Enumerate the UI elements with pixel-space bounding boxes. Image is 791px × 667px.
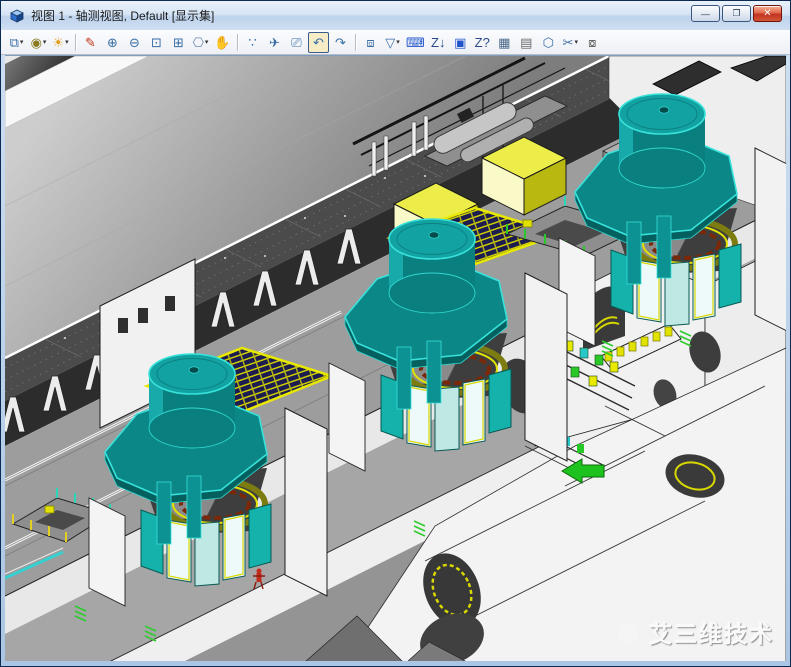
section-cut-icon: ✂ — [563, 36, 574, 49]
perspective-views-icon: ⧈ — [366, 36, 374, 49]
snapshot-icon: ▤ — [520, 36, 532, 49]
undo-view-icon: ↶ — [313, 36, 324, 49]
close-button[interactable]: ✕ — [753, 5, 782, 22]
zoom-in-icon: ⊕ — [107, 36, 118, 49]
toolbar-separator — [75, 34, 76, 51]
app-window: 视图 1 - 轴测视图, Default [显示集] —❐✕ ⧉▾◉▾☀▾✎⊕⊖… — [0, 0, 791, 667]
view-frustum-button[interactable]: ▽▾ — [382, 32, 403, 53]
lighting-dropdown-arrow[interactable]: ▾ — [65, 39, 69, 46]
fly-mode-icon: ✈ — [269, 36, 280, 49]
section-cut-button[interactable]: ✂▾ — [560, 32, 581, 53]
z-query-button[interactable]: Z? — [472, 32, 493, 53]
window-title: 视图 1 - 轴测视图, Default [显示集] — [31, 7, 214, 24]
keyboard-grid-button[interactable]: ⌨ — [404, 32, 427, 53]
zoom-fit-button[interactable]: ⊞ — [168, 32, 189, 53]
render-mode-dropdown-arrow[interactable]: ▾ — [43, 39, 47, 46]
orbit-cube-icon: ⎔ — [193, 36, 204, 49]
redo-view-icon: ↷ — [335, 36, 346, 49]
paint-brush-button[interactable]: ✎ — [80, 32, 101, 53]
z-query-icon: Z? — [475, 36, 490, 49]
redo-view-button[interactable]: ↷ — [330, 32, 351, 53]
pan-hand-icon: ✋ — [214, 36, 230, 49]
statistics-button[interactable]: ▦ — [494, 32, 515, 53]
lighting-button[interactable]: ☀▾ — [50, 32, 71, 53]
render-mode-icon: ◉ — [31, 36, 42, 49]
cube-export-icon: ⧇ — [588, 36, 596, 49]
toolbar-separator — [355, 34, 356, 51]
restore-button[interactable]: ❐ — [722, 5, 751, 22]
title-bar[interactable]: 视图 1 - 轴测视图, Default [显示集] —❐✕ — [1, 1, 790, 30]
zoom-fit-icon: ⊞ — [173, 36, 184, 49]
view-panel-button[interactable]: ▣ — [450, 32, 471, 53]
view-panel-icon: ▣ — [454, 36, 466, 49]
viewport-3d[interactable]: 艾三维技术 — [5, 55, 786, 661]
orbit-cube-button[interactable]: ⎔▾ — [190, 32, 211, 53]
section-cut-dropdown-arrow[interactable]: ▾ — [574, 39, 578, 46]
keyboard-grid-icon: ⌨ — [406, 36, 425, 49]
toolbar: ⧉▾◉▾☀▾✎⊕⊖⊡⊞⎔▾✋∵✈⎚↶↷⧈▽▾⌨Z↓▣Z?▦▤⬡✂▾⧇ — [1, 30, 790, 55]
undo-view-button[interactable]: ↶ — [308, 32, 329, 53]
display-sets-icon: ⧉ — [10, 36, 19, 49]
perspective-views-button[interactable]: ⧈ — [360, 32, 381, 53]
zoom-out-button[interactable]: ⊖ — [124, 32, 145, 53]
app-cube-icon — [9, 8, 25, 24]
display-sets-dropdown-arrow[interactable]: ▾ — [20, 39, 24, 46]
cube-view-icon: ⬡ — [543, 36, 554, 49]
cube-view-button[interactable]: ⬡ — [538, 32, 559, 53]
viewport-3d-scene[interactable] — [5, 56, 786, 661]
walk-mode-icon: ∵ — [248, 36, 256, 49]
zoom-in-button[interactable]: ⊕ — [102, 32, 123, 53]
lighting-icon: ☀ — [52, 36, 64, 49]
zoom-out-icon: ⊖ — [129, 36, 140, 49]
zoom-window-button[interactable]: ⊡ — [146, 32, 167, 53]
fly-mode-button[interactable]: ✈ — [264, 32, 285, 53]
cube-export-button[interactable]: ⧇ — [582, 32, 603, 53]
paint-brush-icon: ✎ — [85, 36, 96, 49]
minimize-button[interactable]: — — [691, 5, 720, 22]
orbit-cube-dropdown-arrow[interactable]: ▾ — [205, 39, 209, 46]
walk-mode-button[interactable]: ∵ — [242, 32, 263, 53]
snapshot-button[interactable]: ▤ — [516, 32, 537, 53]
z-depth-icon: Z↓ — [431, 36, 445, 49]
window-controls: —❐✕ — [691, 5, 782, 22]
view-frustum-dropdown-arrow[interactable]: ▾ — [396, 39, 400, 46]
z-depth-button[interactable]: Z↓ — [428, 32, 449, 53]
view-frustum-icon: ▽ — [385, 36, 395, 49]
statistics-icon: ▦ — [498, 36, 510, 49]
render-mode-button[interactable]: ◉▾ — [28, 32, 49, 53]
display-sets-button[interactable]: ⧉▾ — [6, 32, 27, 53]
look-around-icon: ⎚ — [291, 36, 301, 49]
pan-hand-button[interactable]: ✋ — [212, 32, 233, 53]
zoom-window-icon: ⊡ — [151, 36, 162, 49]
toolbar-separator — [237, 34, 238, 51]
look-around-button[interactable]: ⎚ — [286, 32, 307, 53]
